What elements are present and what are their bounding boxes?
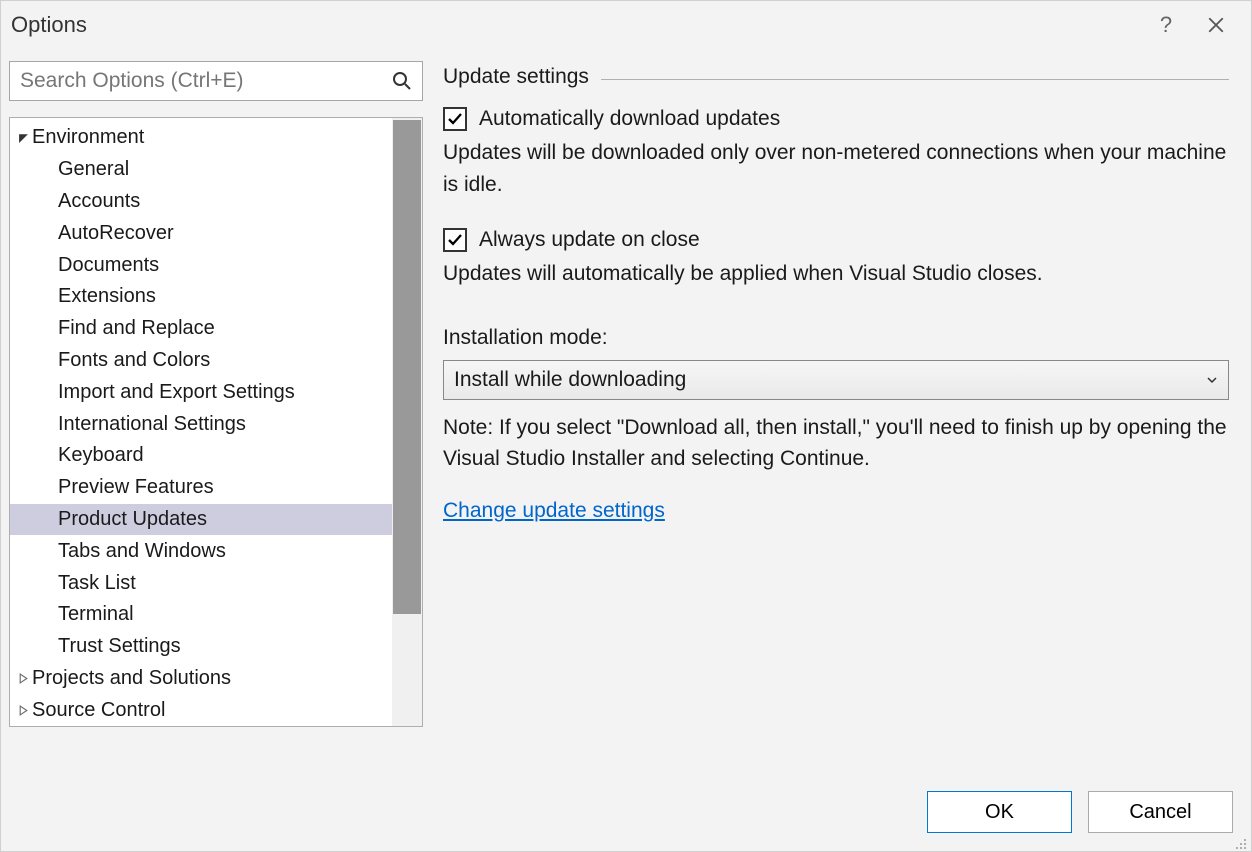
tree-item[interactable]: Extensions [10,281,393,313]
tree-item-label: Task List [58,572,136,595]
install-mode-value: Install while downloading [454,368,1206,392]
tree-item[interactable]: Import and Export Settings [10,376,393,408]
always-update-close-label: Always update on close [479,228,700,252]
chevron-down-icon[interactable] [16,132,30,143]
tree-item-label: AutoRecover [58,222,174,245]
tree-item[interactable]: International Settings [10,408,393,440]
tree-item-label: International Settings [58,413,246,436]
tree-item-label: Find and Replace [58,317,215,340]
tree-item[interactable]: Trust Settings [10,631,393,663]
install-mode-note: Note: If you select "Download all, then … [443,412,1229,475]
left-pane: Environment General Accounts AutoRecover Doc… [9,61,423,791]
always-update-close-desc: Updates will automatically be applied wh… [443,258,1229,290]
title-controls: ? [1155,14,1241,36]
section-title: Update settings [443,65,589,89]
section-header: Update settings [443,65,1229,89]
chevron-right-icon[interactable] [16,705,30,716]
tree-item-label: Tabs and Windows [58,540,226,563]
search-input[interactable] [10,65,388,97]
always-update-close-block: Always update on close Updates will auto… [443,228,1229,290]
window-title: Options [11,12,87,38]
tree-item-label: Preview Features [58,476,214,499]
tree-item-label: Accounts [58,190,140,213]
dialog-footer: OK Cancel [1,791,1251,851]
change-update-settings-link[interactable]: Change update settings [443,499,665,523]
tree-item[interactable]: Find and Replace [10,313,393,345]
tree-item-label: Terminal [58,603,134,626]
auto-download-checkbox[interactable] [443,107,467,131]
tree-item[interactable]: General [10,154,393,186]
options-tree: Environment General Accounts AutoRecover Doc… [9,117,423,727]
install-mode-select[interactable]: Install while downloading [443,360,1229,400]
chevron-right-icon[interactable] [16,673,30,684]
tree-group-label: Environment [32,126,144,149]
search-options-wrap [9,61,423,101]
titlebar: Options ? [1,1,1251,49]
dialog-body: Environment General Accounts AutoRecover Doc… [1,49,1251,791]
right-pane: Update settings Automatically download u… [443,61,1239,791]
tree-item-label: General [58,158,129,181]
tree-group-label: Projects and Solutions [32,667,231,690]
install-mode-block: Installation mode: Install while downloa… [443,318,1229,523]
auto-download-desc: Updates will be downloaded only over non… [443,137,1229,200]
tree-item[interactable]: Tabs and Windows [10,535,393,567]
always-update-close-checkbox[interactable] [443,228,467,252]
always-update-close-checkbox-row[interactable]: Always update on close [443,228,1229,252]
section-divider [601,79,1229,80]
tree-item-label: Extensions [58,285,156,308]
tree-item-label: Product Updates [58,508,207,531]
tree-group-label: Source Control [32,699,165,722]
cancel-button[interactable]: Cancel [1088,791,1233,833]
tree-item[interactable]: Accounts [10,186,393,218]
tree-group[interactable]: Projects and Solutions [10,663,393,695]
auto-download-checkbox-row[interactable]: Automatically download updates [443,107,1229,131]
tree-item[interactable]: Documents [10,249,393,281]
tree-item-label: Documents [58,254,159,277]
auto-download-block: Automatically download updates Updates w… [443,107,1229,200]
tree-item[interactable]: Preview Features [10,472,393,504]
search-icon[interactable] [388,71,416,91]
tree-item[interactable]: Product Updates [10,504,393,536]
tree-group[interactable]: Environment [10,122,393,154]
options-dialog: Options ? Environment General Accounts Auto… [0,0,1252,852]
install-mode-label: Installation mode: [443,326,1229,350]
auto-download-label: Automatically download updates [479,107,780,131]
tree-item[interactable]: Keyboard [10,440,393,472]
scrollbar-thumb[interactable] [393,120,421,614]
tree-item[interactable]: AutoRecover [10,217,393,249]
tree-item-label: Import and Export Settings [58,381,295,404]
tree-group[interactable]: Source Control [10,694,393,726]
tree-item[interactable]: Fonts and Colors [10,345,393,377]
help-icon[interactable]: ? [1155,14,1177,36]
tree-item-label: Trust Settings [58,635,181,658]
scrollbar-track[interactable] [392,118,422,726]
tree-item[interactable]: Terminal [10,599,393,631]
resize-grip-icon[interactable] [1233,833,1247,847]
close-icon[interactable] [1205,14,1227,36]
tree-item-label: Keyboard [58,444,144,467]
tree-item-label: Fonts and Colors [58,349,210,372]
chevron-down-icon [1206,368,1218,392]
ok-button[interactable]: OK [927,791,1072,833]
tree-item[interactable]: Task List [10,567,393,599]
